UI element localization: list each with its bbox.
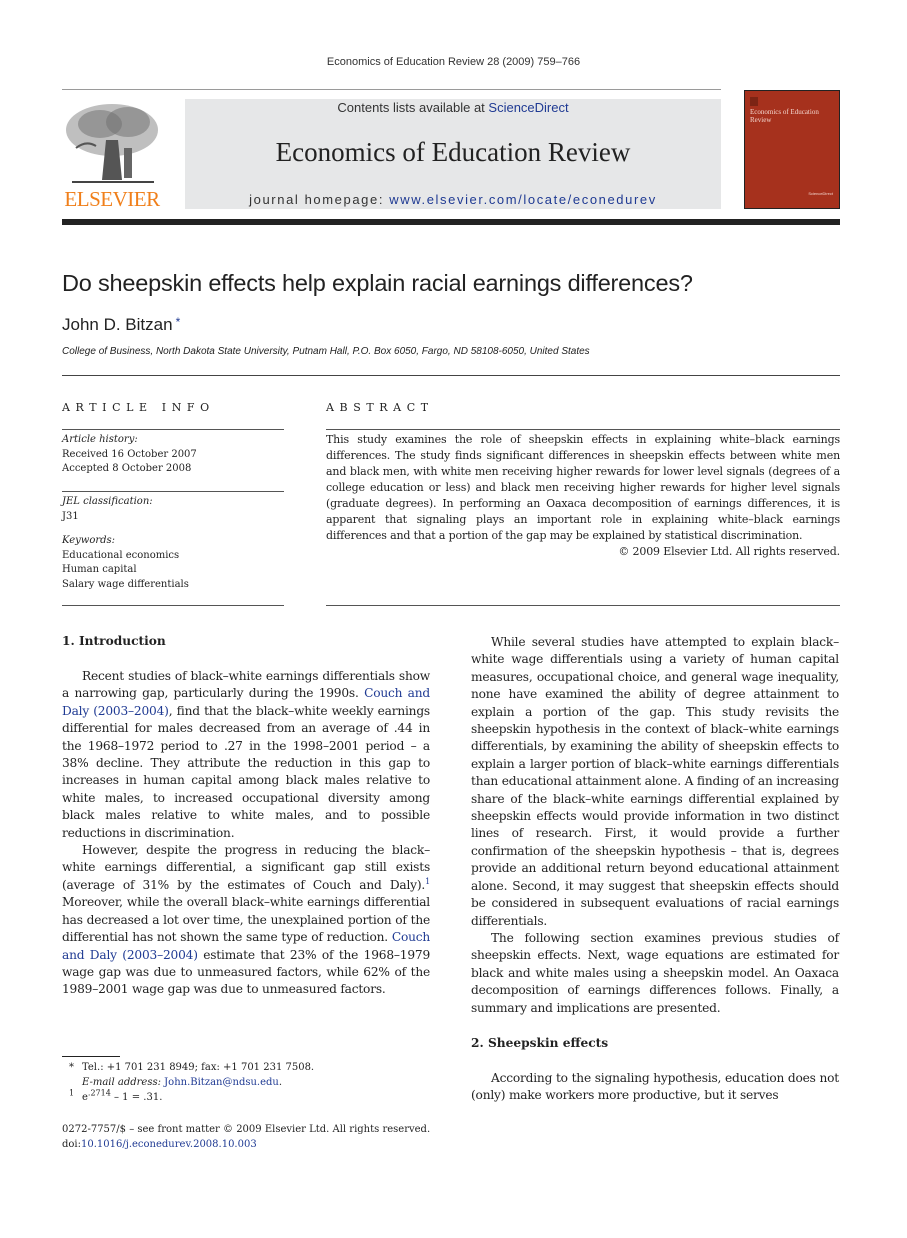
footnote-rule (62, 1056, 120, 1057)
footnote-author: * Tel.: +1 701 231 8949; fax: +1 701 231… (62, 1060, 442, 1075)
tree-icon (66, 104, 158, 183)
jel-classification: JEL classification: J31 (62, 495, 284, 524)
received-date: Received 16 October 2007 (62, 448, 197, 460)
abstract-copyright: © 2009 Elsevier Ltd. All rights reserved… (618, 545, 840, 558)
cover-emblem-icon (750, 97, 758, 106)
divider (62, 605, 284, 606)
body-column-right: While several studies have attempted to … (471, 634, 839, 1017)
article-history: Article history: Received 16 October 200… (62, 433, 284, 477)
text: , find that the black–white weekly earni… (62, 703, 430, 840)
text: – 1 = .31. (110, 1092, 163, 1103)
text: . (278, 1077, 283, 1088)
accepted-date: Accepted 8 October 2008 (62, 463, 192, 474)
keyword: Educational economics (62, 549, 180, 561)
masthead-divider (62, 219, 840, 225)
contact-info: Tel.: +1 701 231 8949; fax: +1 701 231 7… (82, 1062, 315, 1073)
homepage-prefix: journal homepage: (249, 192, 390, 207)
article-info-heading: ARTICLE INFO (62, 401, 215, 414)
journal-homepage-link[interactable]: www.elsevier.com/locate/econedurev (389, 192, 657, 207)
divider (326, 605, 840, 606)
keyword: Salary wage differentials (62, 578, 189, 590)
text: However, despite the progress in reducin… (62, 843, 430, 892)
contents-line: Contents lists available at ScienceDirec… (185, 100, 721, 115)
section-heading-introduction: 1. Introduction (62, 634, 166, 648)
jel-label: JEL classification: (62, 496, 153, 507)
elsevier-logo[interactable]: ELSEVIER (62, 100, 162, 212)
divider (326, 429, 840, 430)
footnote-1: 1 e.2714 – 1 = .31. (62, 1088, 442, 1105)
issn-line: 0272-7757/$ – see front matter © 2009 El… (62, 1124, 431, 1135)
doi-label: doi: (62, 1139, 81, 1150)
contents-prefix: Contents lists available at (337, 100, 489, 115)
header-rule (62, 89, 721, 90)
section-heading-sheepskin-effects: 2. Sheepskin effects (471, 1036, 609, 1050)
divider (62, 491, 284, 492)
sciencedirect-link[interactable]: ScienceDirect (488, 100, 568, 115)
divider (62, 429, 284, 430)
elsevier-wordmark: ELSEVIER (64, 187, 160, 211)
paragraph: Recent studies of black–white earnings d… (62, 668, 430, 842)
cover-title: Economics of Education Review (750, 108, 819, 124)
doi-link[interactable]: 10.1016/j.econedurev.2008.10.003 (81, 1139, 257, 1150)
footnote-number: 1 (69, 1088, 75, 1098)
front-matter: 0272-7757/$ – see front matter © 2009 El… (62, 1122, 462, 1152)
paragraph: However, despite the progress in reducin… (62, 842, 430, 999)
abstract: This study examines the role of sheepski… (326, 432, 840, 560)
body-column-right-continued: According to the signaling hypothesis, e… (471, 1070, 839, 1105)
journal-cover-thumbnail[interactable]: Economics of Education Review ScienceDir… (744, 90, 840, 209)
paragraph: While several studies have attempted to … (471, 635, 839, 928)
journal-title: Economics of Education Review (275, 137, 631, 167)
author-footnote-mark[interactable]: * (176, 315, 181, 329)
divider (62, 375, 840, 376)
keywords: Keywords: Educational economics Human ca… (62, 534, 284, 592)
body-column-left: Recent studies of black–white earnings d… (62, 668, 430, 999)
footnote-mark: * (69, 1062, 74, 1073)
author: John D. Bitzan * (62, 315, 180, 335)
author-name[interactable]: John D. Bitzan (62, 315, 173, 334)
article-title: Do sheepskin effects help explain racial… (62, 270, 693, 296)
keywords-label: Keywords: (62, 535, 116, 546)
doi-line: doi:10.1016/j.econedurev.2008.10.003 (62, 1137, 462, 1152)
paragraph: According to the signaling hypothesis, e… (471, 1071, 839, 1103)
homepage-line: journal homepage: www.elsevier.com/locat… (185, 192, 721, 207)
text: Moreover, while the overall black–white … (62, 895, 430, 945)
footnote-mark: 1 (69, 1088, 75, 1105)
email-link[interactable]: John.Bitzan@ndsu.edu (164, 1077, 279, 1088)
jel-code: J31 (62, 510, 79, 522)
running-head: Economics of Education Review 28 (2009) … (326, 56, 581, 68)
email-label: E-mail address: (82, 1077, 165, 1088)
exponent: .2714 (87, 1088, 111, 1098)
keyword: Human capital (62, 564, 137, 575)
cover-badge: ScienceDirect (808, 191, 833, 196)
paragraph: The following section examines previous … (471, 930, 839, 1015)
footnote-email: E-mail address: John.Bitzan@ndsu.edu. (62, 1075, 442, 1090)
history-label: Article history: (62, 434, 138, 445)
footnote-link[interactable]: 1 (425, 877, 430, 886)
abstract-heading: ABSTRACT (326, 401, 434, 414)
affiliation: College of Business, North Dakota State … (62, 346, 590, 357)
abstract-body: This study examines the role of sheepski… (326, 433, 840, 542)
footnotes: * Tel.: +1 701 231 8949; fax: +1 701 231… (62, 1060, 442, 1105)
